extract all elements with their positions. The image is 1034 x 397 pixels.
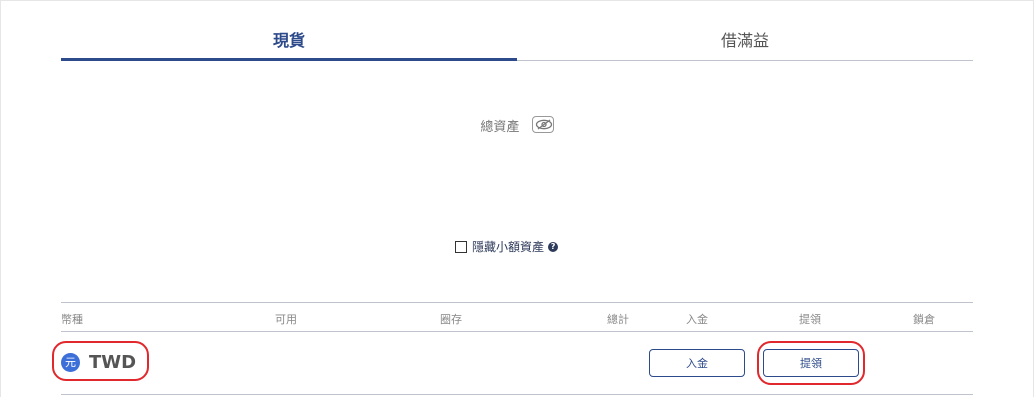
tab-margin[interactable]: 借滿益 — [517, 28, 973, 62]
withdraw-button[interactable]: 提領 — [763, 349, 859, 377]
col-header-withdraw: 提領 — [799, 313, 821, 326]
question-circle-icon[interactable]: ? — [548, 241, 559, 252]
total-assets-label: 總資產 — [480, 120, 520, 135]
hide-small-assets[interactable]: 隱藏小額資產 ? — [455, 238, 559, 255]
tab-active-indicator — [61, 58, 517, 61]
col-header-total: 總計 — [607, 313, 629, 326]
table-row: 元 TWD — [61, 352, 136, 373]
col-header-lock: 鎖倉 — [913, 313, 935, 326]
table-row-border — [61, 394, 973, 395]
table-header-border — [61, 331, 973, 332]
currency-name: TWD — [89, 352, 137, 373]
deposit-button[interactable]: 入金 — [649, 349, 745, 377]
col-header-reserved: 圈存 — [440, 313, 462, 326]
hide-small-checkbox[interactable] — [455, 240, 467, 253]
col-header-deposit: 入金 — [686, 313, 708, 326]
col-header-available: 可用 — [275, 313, 297, 326]
eye-icon[interactable] — [531, 116, 554, 133]
tab-bar: 現貨 借滿益 — [61, 28, 973, 62]
twd-coin-icon: 元 — [61, 353, 80, 372]
hide-small-label: 隱藏小額資產 — [472, 240, 545, 254]
col-header-currency: 幣種 — [61, 313, 83, 326]
total-assets: 總資產 — [0, 116, 1034, 135]
table-top-border — [61, 302, 973, 303]
tab-spot[interactable]: 現貨 — [61, 28, 517, 62]
